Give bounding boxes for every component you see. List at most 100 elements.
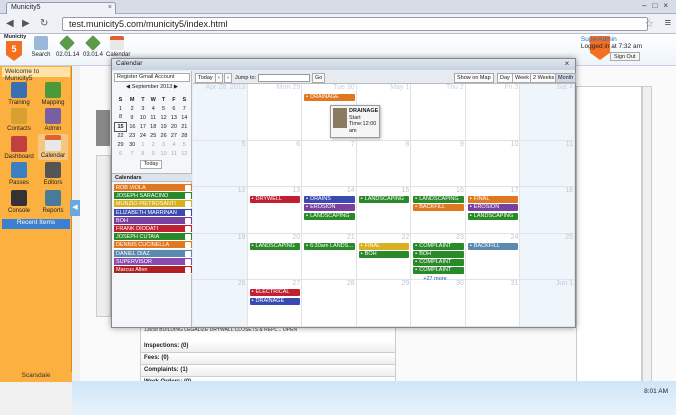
two-weeks-view-button[interactable]: 2 Weeks bbox=[530, 73, 558, 83]
mini-day[interactable]: 8 bbox=[115, 113, 127, 122]
sidebar-item-console[interactable]: Console bbox=[4, 190, 34, 214]
calendar-event[interactable]: ▪ LANDSCAPING bbox=[413, 196, 464, 204]
sidebar-item-training[interactable]: Training bbox=[4, 82, 34, 106]
calendar-event[interactable]: ▪ BACKFILL bbox=[413, 204, 464, 212]
jump-to-input[interactable] bbox=[258, 74, 310, 82]
reload-icon[interactable]: ↻ bbox=[40, 18, 48, 29]
calendar-event[interactable]: ▪ BOH bbox=[358, 251, 410, 258]
calendar-event[interactable]: ▪ BOH bbox=[413, 251, 464, 258]
mini-day[interactable]: 18 bbox=[148, 122, 158, 131]
signout-button[interactable]: Sign Out bbox=[610, 52, 640, 61]
prev-month-button[interactable]: ‹ bbox=[215, 73, 223, 83]
mini-day[interactable]: 24 bbox=[138, 131, 148, 140]
month-view-button[interactable]: Month bbox=[555, 73, 577, 83]
mini-day[interactable]: 1 bbox=[115, 104, 127, 113]
mini-day[interactable]: 16 bbox=[127, 122, 138, 131]
week-view-button[interactable]: Week bbox=[512, 73, 532, 83]
calendar-toggle-icon[interactable] bbox=[185, 258, 191, 265]
mini-day[interactable]: 12 bbox=[179, 149, 189, 158]
sidebar-item-passes[interactable]: Passes bbox=[4, 162, 34, 186]
mini-day[interactable]: 7 bbox=[179, 104, 189, 113]
calendar-list-item[interactable]: ELIZABETH MARRINAN bbox=[114, 208, 192, 217]
calendar-event[interactable]: ▪ DRAINAGE bbox=[249, 297, 301, 305]
mini-day[interactable]: 13 bbox=[169, 113, 179, 122]
mini-today-button[interactable]: Today bbox=[140, 160, 162, 169]
mini-day[interactable]: 6 bbox=[115, 149, 127, 158]
mini-day[interactable]: 9 bbox=[127, 113, 138, 122]
calendar-toggle-icon[interactable] bbox=[185, 250, 191, 257]
sidebar-collapse-icon[interactable]: ◀ bbox=[70, 200, 80, 216]
mini-day[interactable]: 1 bbox=[138, 140, 148, 149]
mini-next-icon[interactable]: ▶ bbox=[172, 84, 178, 90]
calendar-list-item[interactable]: ROB VIOLA bbox=[114, 184, 192, 192]
recent-items-header[interactable]: Recent Items bbox=[2, 219, 70, 229]
browser-tab[interactable]: Municity5 × bbox=[6, 2, 116, 14]
today-button[interactable]: Today bbox=[195, 73, 216, 83]
mini-day[interactable]: 19 bbox=[158, 122, 168, 131]
calendar-toggle-icon[interactable] bbox=[185, 185, 191, 191]
mini-day[interactable]: 2 bbox=[148, 140, 158, 149]
tab-close-icon[interactable]: × bbox=[108, 4, 112, 11]
calendar-event[interactable]: ▪ COMPLAINT bbox=[413, 259, 464, 267]
mini-day[interactable]: 3 bbox=[138, 104, 148, 113]
calendar-toggle-icon[interactable] bbox=[185, 234, 191, 241]
mini-day[interactable]: 11 bbox=[169, 149, 179, 158]
record-b-button[interactable]: 03.01.4 bbox=[82, 35, 104, 58]
sidebar-item-mapping[interactable]: Mapping bbox=[38, 82, 68, 106]
fees-section[interactable]: Fees: (0) bbox=[141, 353, 395, 365]
mini-day[interactable]: 28 bbox=[179, 131, 189, 140]
mini-day[interactable]: 20 bbox=[169, 122, 179, 131]
calendar-toggle-icon[interactable] bbox=[185, 226, 191, 232]
complaints-section[interactable]: Complaints: (1) bbox=[141, 365, 395, 377]
mini-day[interactable]: 10 bbox=[158, 149, 168, 158]
calendar-event[interactable]: ▪ LANDSCAPING bbox=[304, 212, 355, 220]
mini-day[interactable]: 26 bbox=[158, 131, 168, 140]
background-scrollbar[interactable] bbox=[642, 86, 652, 382]
calendar-list-item[interactable]: FRANK DIODATI bbox=[114, 225, 192, 233]
close-icon[interactable]: × bbox=[561, 59, 573, 69]
calendar-toggle-icon[interactable] bbox=[185, 193, 191, 200]
more-events-link[interactable]: +27 more bbox=[423, 276, 446, 282]
sidebar-item-calendar[interactable]: Calendar bbox=[38, 134, 68, 160]
mini-day[interactable]: 22 bbox=[115, 131, 127, 140]
mini-day[interactable]: 29 bbox=[115, 140, 127, 149]
calendar-event[interactable]: ▪ COMPLAINT bbox=[413, 242, 464, 250]
calendar-event[interactable]: ▪ COMPLAINT bbox=[413, 267, 464, 275]
mini-day[interactable]: 3 bbox=[158, 140, 168, 149]
calendar-event[interactable]: ▪ 6:30am LANDS... bbox=[304, 242, 355, 250]
calendar-list-item[interactable]: Marcus Allen bbox=[114, 266, 192, 274]
back-icon[interactable]: ◀ bbox=[6, 18, 14, 29]
calendar-list-item[interactable]: JOSEPH CUTAIA bbox=[114, 233, 192, 242]
address-bar[interactable]: test.municity5.com/municity5/index.html bbox=[62, 17, 648, 31]
mini-day[interactable]: 11 bbox=[148, 113, 158, 122]
bookmark-star-icon[interactable]: ☆ bbox=[644, 17, 654, 30]
forward-icon[interactable]: ▶ bbox=[22, 18, 30, 29]
mini-day[interactable]: 7 bbox=[127, 149, 138, 158]
calendar-event[interactable]: ▪ LANDSCAPING bbox=[467, 212, 519, 220]
sidebar-item-editors[interactable]: Editors bbox=[38, 162, 68, 186]
sidebar-item-admin[interactable]: Admin bbox=[38, 108, 68, 132]
mini-day[interactable]: 4 bbox=[169, 140, 179, 149]
mini-day[interactable]: 5 bbox=[158, 104, 168, 113]
calendar-event[interactable]: ▪ ELECTRICAL bbox=[249, 289, 301, 297]
mini-day[interactable]: 4 bbox=[148, 104, 158, 113]
mini-day[interactable]: 5 bbox=[179, 140, 189, 149]
go-button[interactable]: Go bbox=[312, 73, 326, 83]
calendar-toggle-icon[interactable] bbox=[185, 242, 191, 249]
calendar-event[interactable]: ▪ BACKFILL bbox=[467, 242, 519, 250]
calendar-event[interactable]: ▪ DRYWELL bbox=[249, 196, 301, 204]
mini-day[interactable]: 10 bbox=[138, 113, 148, 122]
mini-day[interactable]: 25 bbox=[148, 131, 158, 140]
mini-day[interactable]: 23 bbox=[127, 131, 138, 140]
mini-day[interactable]: 2 bbox=[127, 104, 138, 113]
next-month-button[interactable]: › bbox=[224, 73, 232, 83]
sidebar-item-reports[interactable]: Reports bbox=[38, 190, 68, 214]
sidebar-item-dashboard[interactable]: Dashboard bbox=[4, 136, 34, 160]
calendar-list-item[interactable]: JOSEPH SARACINO bbox=[114, 192, 192, 201]
calendar-toolbar-button[interactable]: Calendar bbox=[106, 36, 130, 58]
mini-day[interactable]: 30 bbox=[127, 140, 138, 149]
record-a-button[interactable]: 02.01.14 bbox=[56, 35, 79, 58]
window-controls[interactable]: –□× bbox=[642, 1, 674, 10]
mini-day[interactable]: 9 bbox=[148, 149, 158, 158]
inspections-section[interactable]: Inspections: (0) bbox=[141, 341, 395, 353]
